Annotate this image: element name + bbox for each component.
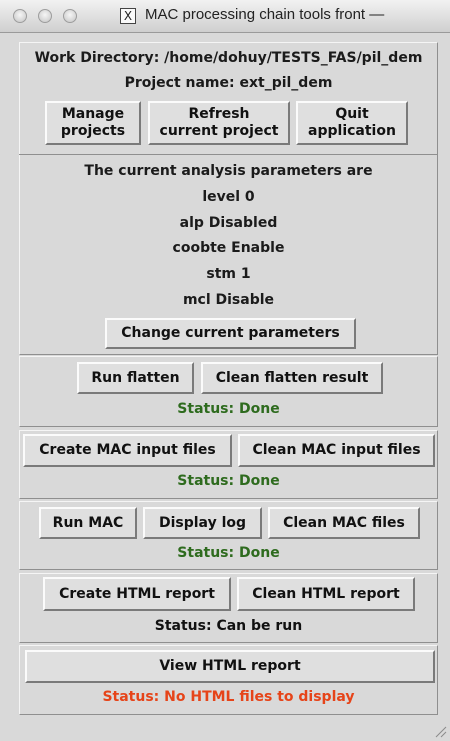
title-bar[interactable]: X MAC processing chain tools front — xyxy=(0,0,450,33)
minimize-window-button[interactable] xyxy=(38,9,52,23)
clean-flatten-button[interactable]: Clean flatten result xyxy=(201,362,383,394)
mac-run-panel: Run MAC Display log Clean MAC files Stat… xyxy=(19,501,438,570)
close-window-button[interactable] xyxy=(13,9,27,23)
zoom-window-button[interactable] xyxy=(63,9,77,23)
work-directory-label: Work Directory: /home/dohuy/TESTS_FAS/pi… xyxy=(34,50,423,66)
clean-mac-input-button[interactable]: Clean MAC input files xyxy=(238,434,435,467)
project-name-label: Project name: ext_pil_dem xyxy=(124,75,333,91)
create-mac-input-button[interactable]: Create MAC input files xyxy=(23,434,232,467)
divider xyxy=(19,154,438,155)
run-flatten-button[interactable]: Run flatten xyxy=(77,362,194,394)
main-content: Work Directory: /home/dohuy/TESTS_FAS/pi… xyxy=(16,40,441,741)
change-parameters-button[interactable]: Change current parameters xyxy=(105,318,356,349)
param-coobte: coobte Enable xyxy=(172,240,285,256)
run-mac-button[interactable]: Run MAC xyxy=(39,507,137,539)
html-report-status: Status: Can be run xyxy=(154,618,303,634)
mac-input-status: Status: Done xyxy=(177,473,280,489)
flatten-status: Status: Done xyxy=(177,401,280,417)
view-report-status: Status: No HTML files to display xyxy=(102,689,355,705)
x11-app-icon: X xyxy=(120,8,136,24)
quit-application-button[interactable]: Quit application xyxy=(296,101,408,145)
create-html-report-button[interactable]: Create HTML report xyxy=(43,577,231,611)
clean-html-report-button[interactable]: Clean HTML report xyxy=(237,577,415,611)
app-window: X MAC processing chain tools front — Wor… xyxy=(0,0,450,741)
html-report-panel: Create HTML report Clean HTML report Sta… xyxy=(19,573,438,643)
mac-input-panel: Create MAC input files Clean MAC input f… xyxy=(19,430,438,499)
display-log-button[interactable]: Display log xyxy=(143,507,262,539)
view-html-report-button[interactable]: View HTML report xyxy=(25,650,435,683)
param-mcl: mcl Disable xyxy=(182,292,275,308)
view-report-panel: View HTML report Status: No HTML files t… xyxy=(19,645,438,715)
param-alp: alp Disabled xyxy=(179,215,278,231)
parameters-heading: The current analysis parameters are xyxy=(84,163,373,179)
mac-run-status: Status: Done xyxy=(177,545,280,561)
refresh-project-button[interactable]: Refresh current project xyxy=(148,101,290,145)
param-level: level 0 xyxy=(202,189,255,205)
flatten-panel: Run flatten Clean flatten result Status:… xyxy=(19,356,438,427)
resize-grip-icon[interactable] xyxy=(433,724,447,738)
project-panel: Work Directory: /home/dohuy/TESTS_FAS/pi… xyxy=(19,42,438,355)
window-title: MAC processing chain tools front — xyxy=(145,6,385,23)
param-stm: stm 1 xyxy=(206,266,251,282)
manage-projects-button[interactable]: Manage projects xyxy=(45,101,141,145)
clean-mac-files-button[interactable]: Clean MAC files xyxy=(268,507,420,539)
